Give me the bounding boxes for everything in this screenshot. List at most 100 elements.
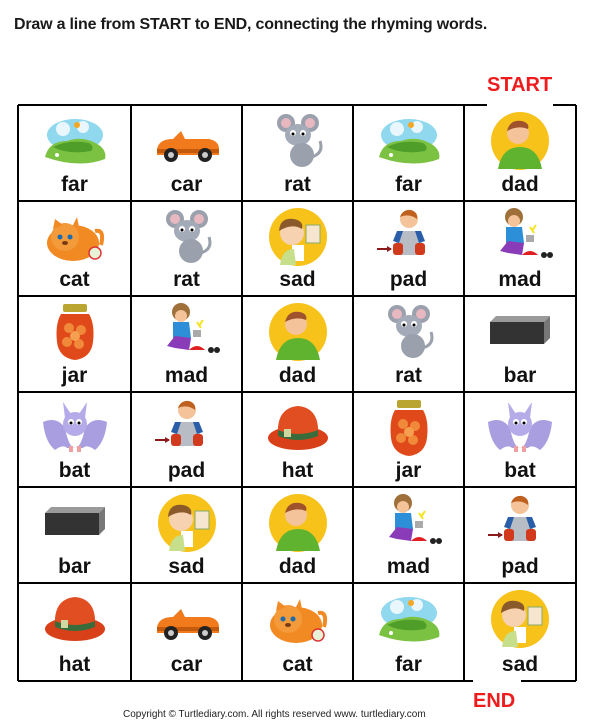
cell-word: pad xyxy=(167,459,206,482)
grid-line-vertical xyxy=(241,105,243,681)
jar-icon xyxy=(390,400,427,456)
maze-cell-jar[interactable]: jar xyxy=(353,392,464,487)
maze-cell-rat[interactable]: rat xyxy=(131,201,242,296)
rat-icon xyxy=(276,114,322,167)
maze-cell-bat[interactable]: bat xyxy=(464,392,576,487)
grid-line-vertical xyxy=(17,105,19,681)
cell-word: far xyxy=(395,653,422,676)
dad-icon xyxy=(491,112,549,170)
maze-cell-mad[interactable]: mad xyxy=(464,201,576,296)
cell-word: rat xyxy=(284,173,311,196)
maze-cell-far[interactable]: far xyxy=(353,583,464,681)
maze-cell-pad[interactable]: pad xyxy=(353,201,464,296)
cell-word: far xyxy=(395,173,422,196)
maze-cell-mad[interactable]: mad xyxy=(131,296,242,392)
grid-line-horizontal xyxy=(18,582,576,584)
cell-word: cat xyxy=(282,653,313,676)
grid-line-horizontal xyxy=(18,200,576,202)
car-icon xyxy=(156,131,219,162)
cell-word: far xyxy=(61,173,88,196)
cell-word: pad xyxy=(501,555,539,578)
jar-icon xyxy=(56,304,93,360)
maze-cell-pad[interactable]: pad xyxy=(131,392,242,487)
maze-cell-car[interactable]: car xyxy=(131,105,242,201)
cell-word: pad xyxy=(389,268,428,291)
cell-word: jar xyxy=(61,364,88,387)
maze-cell-hat[interactable]: hat xyxy=(242,392,353,487)
maze-cell-mad[interactable]: mad xyxy=(353,487,464,583)
grid-border-top xyxy=(18,104,487,106)
hat-icon xyxy=(267,406,328,450)
cell-word: dad xyxy=(501,173,539,196)
golf-course-icon xyxy=(44,119,105,164)
cell-word: dad xyxy=(278,364,317,387)
mad-boy-icon xyxy=(166,303,220,353)
cell-word: rat xyxy=(173,268,200,291)
sad-boy-icon xyxy=(491,590,549,648)
bat-icon xyxy=(488,402,552,452)
maze-cell-sad[interactable]: sad xyxy=(464,583,576,681)
cell-word: bar xyxy=(58,555,91,578)
bat-icon xyxy=(42,402,107,452)
grid-line-horizontal xyxy=(18,486,576,488)
rat-icon xyxy=(387,305,433,358)
start-label: START xyxy=(487,74,553,96)
grid-line-vertical xyxy=(575,105,577,681)
cell-word: sad xyxy=(279,268,316,291)
sad-boy-icon xyxy=(157,494,216,552)
maze-cell-dad[interactable]: dad xyxy=(242,487,353,583)
cell-word: bat xyxy=(58,459,91,482)
cell-word: rat xyxy=(395,364,422,387)
copyright-text: Copyright © Turtlediary.com. All rights … xyxy=(123,709,426,720)
maze-cell-hat[interactable]: hat xyxy=(18,583,131,681)
maze-cell-cat[interactable]: cat xyxy=(18,201,131,296)
maze-cell-bar[interactable]: bar xyxy=(18,487,131,583)
maze-cell-rat[interactable]: rat xyxy=(353,296,464,392)
maze-cell-bat[interactable]: bat xyxy=(18,392,131,487)
cell-word: hat xyxy=(58,653,91,676)
maze-cell-car[interactable]: car xyxy=(131,583,242,681)
maze-cell-bar[interactable]: bar xyxy=(464,296,576,392)
cell-word: bat xyxy=(504,459,536,482)
end-label: END xyxy=(473,690,516,712)
elbow-pad-icon xyxy=(488,495,536,541)
grid-line-vertical xyxy=(463,105,465,681)
dad-icon xyxy=(268,494,327,552)
cell-word: bar xyxy=(503,364,537,387)
hat-icon xyxy=(44,597,105,641)
elbow-pad-icon xyxy=(376,209,425,255)
sad-boy-icon xyxy=(268,208,327,266)
maze-cell-rat[interactable]: rat xyxy=(242,105,353,201)
maze-cell-sad[interactable]: sad xyxy=(131,487,242,583)
cell-word: dad xyxy=(278,555,317,578)
golf-course-icon xyxy=(378,597,439,642)
cell-word: cat xyxy=(59,268,90,291)
mad-boy-icon xyxy=(500,208,553,258)
golf-course-icon xyxy=(378,119,439,164)
instructions-text: Draw a line from START to END, connectin… xyxy=(14,16,488,33)
rhyme-maze-grid: far car rat far dad cat rat sad pad mad jar mad dad r… xyxy=(17,104,577,682)
maze-cell-jar[interactable]: jar xyxy=(18,296,131,392)
maze-cell-sad[interactable]: sad xyxy=(242,201,353,296)
cell-word: mad xyxy=(498,268,542,291)
maze-cell-cat[interactable]: cat xyxy=(242,583,353,681)
elbow-pad-icon xyxy=(154,400,203,446)
maze-cell-far[interactable]: far xyxy=(18,105,131,201)
maze-cell-far[interactable]: far xyxy=(353,105,464,201)
grid-line-vertical xyxy=(130,105,132,681)
cell-word: sad xyxy=(501,653,539,676)
metal-bar-icon xyxy=(490,316,550,344)
maze-cell-dad[interactable]: dad xyxy=(464,105,576,201)
car-icon xyxy=(156,609,219,640)
grid-line-horizontal xyxy=(18,295,576,297)
maze-cell-pad[interactable]: pad xyxy=(464,487,576,583)
cat-icon xyxy=(269,599,327,643)
grid-line-vertical xyxy=(352,105,354,681)
cell-word: mad xyxy=(164,364,209,387)
maze-cell-dad[interactable]: dad xyxy=(242,296,353,392)
grid-border-top xyxy=(553,104,576,106)
dad-icon xyxy=(268,303,327,361)
mad-boy-icon xyxy=(388,494,442,544)
cell-word: hat xyxy=(281,459,314,482)
cell-word: car xyxy=(170,173,203,196)
